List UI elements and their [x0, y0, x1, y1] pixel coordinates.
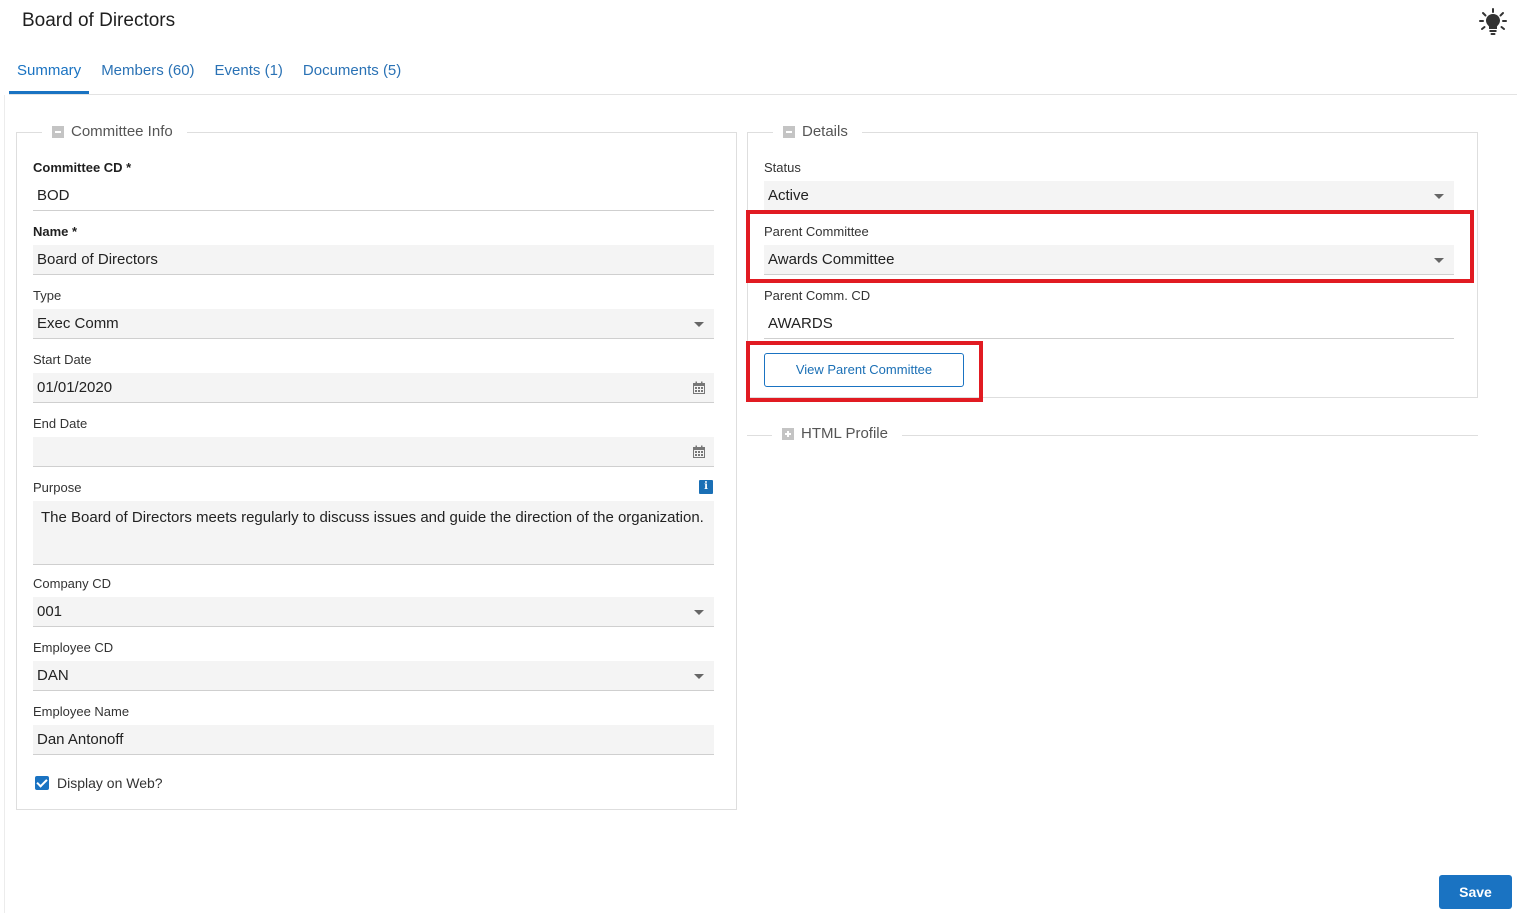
tab-bar: Summary Members (60) Events (1) Document… [9, 58, 413, 95]
highlight-view-parent-button [746, 341, 983, 402]
highlight-parent-committee [746, 210, 1474, 283]
purpose-label: Purpose [33, 480, 82, 495]
purpose-textarea[interactable]: The Board of Directors meets regularly t… [33, 501, 714, 565]
display-on-web-checkbox[interactable] [35, 776, 49, 790]
committee-cd-label: Committee CD * [33, 160, 132, 175]
page-title: Board of Directors [22, 10, 176, 31]
end-date-label: End Date [33, 416, 88, 431]
type-select[interactable]: Exec Comm [33, 309, 714, 339]
chevron-down-icon[interactable] [694, 322, 704, 327]
tab-documents[interactable]: Documents (5) [295, 58, 409, 94]
name-field[interactable]: Board of Directors [33, 245, 714, 275]
expand-icon[interactable] [782, 427, 794, 440]
start-date-label: Start Date [33, 352, 92, 367]
name-label: Name * [33, 224, 78, 239]
employee-cd-select[interactable]: DAN [33, 661, 714, 691]
employee-cd-value: DAN [37, 667, 69, 684]
parent-comm-cd-field[interactable]: AWARDS [764, 309, 1454, 339]
left-rule [4, 95, 5, 913]
start-date-field[interactable]: 01/01/2020 [33, 373, 714, 403]
company-cd-value: 001 [37, 603, 63, 620]
collapse-icon[interactable] [52, 125, 64, 138]
details-legend[interactable]: Details [773, 123, 862, 140]
chevron-down-icon[interactable] [694, 674, 704, 679]
details-legend-label: Details [802, 123, 848, 140]
status-label: Status [764, 160, 801, 175]
tabs-divider [9, 94, 1517, 95]
committee-info-legend-label: Committee Info [71, 123, 173, 140]
committee-cd-field[interactable]: BOD [33, 181, 714, 211]
tab-events[interactable]: Events (1) [207, 58, 291, 94]
calendar-icon[interactable] [692, 445, 706, 459]
info-icon[interactable]: i [699, 480, 713, 494]
type-select-value: Exec Comm [37, 315, 119, 332]
html-profile-legend[interactable]: HTML Profile [772, 425, 902, 442]
employee-cd-label: Employee CD [33, 640, 114, 655]
start-date-value: 01/01/2020 [37, 379, 113, 396]
company-cd-select[interactable]: 001 [33, 597, 714, 627]
end-date-field[interactable] [33, 437, 714, 467]
chevron-down-icon[interactable] [1434, 194, 1444, 199]
type-label: Type [33, 288, 62, 303]
calendar-icon[interactable] [692, 381, 706, 395]
lightbulb-icon[interactable] [1479, 8, 1507, 36]
committee-info-legend[interactable]: Committee Info [42, 123, 187, 140]
display-on-web-label: Display on Web? [57, 775, 163, 791]
tab-summary[interactable]: Summary [9, 58, 90, 94]
company-cd-label: Company CD [33, 576, 112, 591]
parent-comm-cd-label: Parent Comm. CD [764, 288, 871, 303]
collapse-icon[interactable] [783, 125, 795, 138]
html-profile-legend-label: HTML Profile [801, 425, 888, 442]
tab-members[interactable]: Members (60) [93, 58, 202, 94]
employee-name-label: Employee Name [33, 704, 130, 719]
employee-name-field[interactable]: Dan Antonoff [33, 725, 714, 755]
status-select[interactable]: Active [764, 181, 1454, 211]
save-button[interactable]: Save [1439, 875, 1512, 909]
status-value: Active [768, 187, 809, 204]
chevron-down-icon[interactable] [694, 610, 704, 615]
